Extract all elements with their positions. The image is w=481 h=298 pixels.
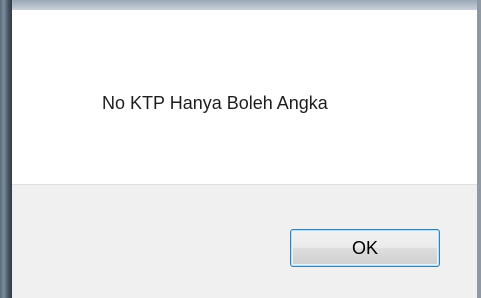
dialog-message-area: No KTP Hanya Boleh Angka xyxy=(12,10,477,184)
dialog-button-bar: OK xyxy=(12,184,477,298)
dialog-message-text: No KTP Hanya Boleh Angka xyxy=(102,93,328,113)
window-left-border xyxy=(0,0,12,298)
background-window-edge xyxy=(0,0,481,10)
message-dialog: No KTP Hanya Boleh Angka OK xyxy=(12,10,477,298)
screen: No KTP Hanya Boleh Angka OK xyxy=(0,0,481,298)
ok-button[interactable]: OK xyxy=(290,229,440,267)
window-right-border xyxy=(477,0,481,298)
